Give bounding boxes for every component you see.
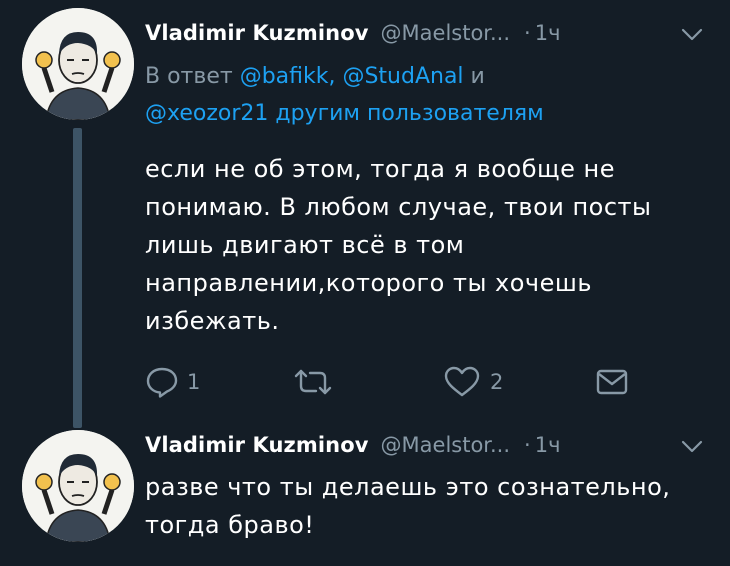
tweet-text: разве что ты делаешь это сознательно, то…: [145, 473, 671, 539]
timestamp[interactable]: 1ч: [535, 433, 561, 457]
tweet-text: если не об этом, тогда я вообще не поним…: [145, 155, 652, 335]
avatar[interactable]: [22, 8, 134, 120]
avatar-image: [22, 430, 134, 542]
like-button[interactable]: 2: [442, 362, 503, 402]
tweet-header: Vladimir Kuzminov @Maelstor... · 1ч: [145, 16, 561, 50]
tweet-1[interactable]: Vladimir Kuzminov @Maelstor... · 1ч В от…: [0, 0, 730, 430]
chevron-down-icon[interactable]: [678, 20, 706, 48]
retweet-icon: [294, 369, 332, 395]
reply-count: 1: [187, 370, 201, 394]
author-name[interactable]: Vladimir Kuzminov: [145, 21, 369, 45]
avatar-image: [22, 8, 134, 120]
tweet-actions: 1 2: [145, 362, 645, 402]
heart-icon: [444, 366, 480, 397]
reply-to-context: В ответ @bafikk, @StudAnal и @xeozor21 д…: [145, 58, 705, 132]
envelope-icon: [596, 369, 628, 395]
reply-others-link[interactable]: @xeozor21 другим пользователям: [145, 101, 544, 126]
tweet-header: Vladimir Kuzminov @Maelstor... · 1ч: [145, 428, 561, 462]
reply-prefix: В ответ: [145, 64, 233, 89]
tweet-2[interactable]: Vladimir Kuzminov @Maelstor... · 1ч разв…: [0, 418, 730, 566]
author-handle[interactable]: @Maelstor...: [381, 433, 511, 457]
thread-connector-line: [73, 128, 82, 428]
reply-mentions[interactable]: @bafikk, @StudAnal: [240, 64, 464, 89]
like-count: 2: [490, 370, 504, 394]
timestamp[interactable]: 1ч: [535, 21, 561, 45]
reply-conjunction: и: [470, 64, 485, 89]
separator-dot: ·: [524, 433, 531, 457]
retweet-button[interactable]: [291, 362, 343, 402]
reply-button[interactable]: 1: [145, 362, 200, 402]
separator-dot: ·: [524, 21, 531, 45]
avatar[interactable]: [22, 430, 134, 542]
direct-message-button[interactable]: [595, 362, 629, 402]
author-name[interactable]: Vladimir Kuzminov: [145, 433, 369, 457]
chevron-down-icon[interactable]: [678, 432, 706, 460]
author-handle[interactable]: @Maelstor...: [381, 21, 511, 45]
speech-bubble-icon: [146, 367, 178, 398]
